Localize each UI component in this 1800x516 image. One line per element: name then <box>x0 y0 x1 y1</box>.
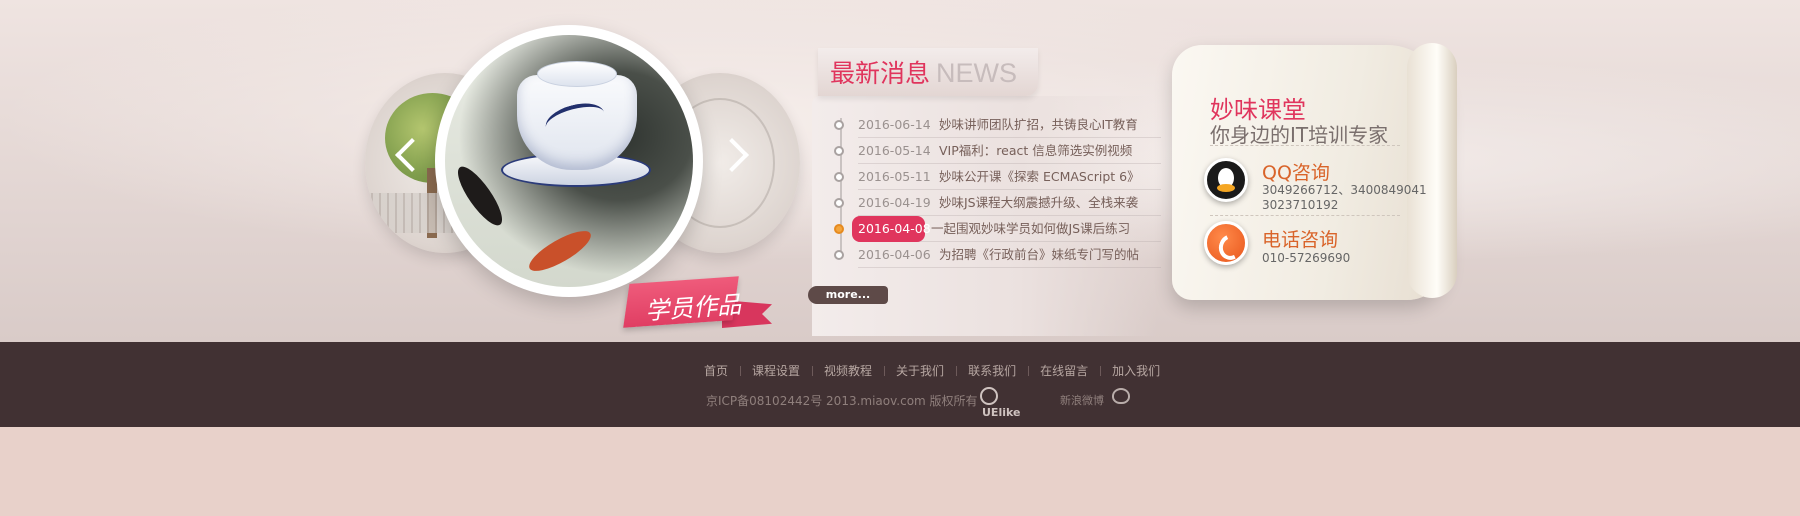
qq-numbers-line1: 3049266712、3400849041 <box>1262 183 1427 197</box>
news-date: 2016-06-14 <box>858 117 931 132</box>
news-link[interactable]: VIP福利：react 信息筛选实例视频 <box>939 143 1132 158</box>
phone-icon[interactable] <box>1204 221 1248 265</box>
phone-label[interactable]: 电话咨询 <box>1262 225 1338 252</box>
news-item[interactable]: 2016-06-14 妙味讲师团队扩招，共铸良心IT教育 <box>834 112 1161 138</box>
qq-numbers-line2: 3023710192 <box>1262 198 1339 212</box>
phone-number: 010-57269690 <box>1262 251 1351 265</box>
news-date-badge: 2016-04-08 <box>852 216 931 242</box>
student-works-ribbon[interactable]: 学员作品 <box>623 276 772 330</box>
uelike-logo-text: UElike <box>982 406 1021 419</box>
news-list: 2016-06-14 妙味讲师团队扩招，共铸良心IT教育 2016-05-14 … <box>826 112 1161 268</box>
news-item-active[interactable]: 2016-04-08 一起围观妙味学员如何做JS课后练习 <box>834 216 1161 242</box>
cup-lid <box>537 61 617 87</box>
timeline-dot-icon <box>834 198 844 208</box>
news-title: 最新消息 NEWS <box>830 54 1017 90</box>
footer-link-join[interactable]: 加入我们 <box>1100 362 1172 379</box>
footer-link-contact[interactable]: 联系我们 <box>956 362 1028 379</box>
news-date: 2016-05-14 <box>858 143 931 158</box>
scroll-curl <box>1407 43 1457 298</box>
news-date: 2016-04-19 <box>858 195 931 210</box>
news-section: 最新消息 NEWS 2016-06-14 妙味讲师团队扩招，共铸良心IT教育 20… <box>808 48 1161 338</box>
red-fish <box>524 223 596 279</box>
more-button[interactable]: more... <box>808 286 888 304</box>
news-link[interactable]: 为招聘《行政前台》妹纸专门写的帖 <box>939 247 1139 262</box>
news-date: 2016-04-06 <box>858 247 931 262</box>
qq-label[interactable]: QQ咨询 <box>1262 158 1330 185</box>
footer-link-home[interactable]: 首页 <box>704 362 740 379</box>
banner: 学员作品 最新消息 NEWS 2016-06-14 妙味讲师团队扩招，共铸良心IT… <box>0 0 1800 342</box>
footer-link-about[interactable]: 关于我们 <box>884 362 956 379</box>
divider <box>1210 215 1400 216</box>
footer-link-message[interactable]: 在线留言 <box>1028 362 1100 379</box>
footer-link-videos[interactable]: 视频教程 <box>812 362 884 379</box>
copyright: 京ICP备08102442号 2013.miaov.com 版权所有 <box>706 394 978 408</box>
footer-nav: 首页 课程设置 视频教程 关于我们 联系我们 在线留言 加入我们 <box>704 362 1172 379</box>
footer: 首页 课程设置 视频教程 关于我们 联系我们 在线留言 加入我们 京ICP备08102442… <box>0 342 1800 427</box>
news-link[interactable]: 妙味公开课《探索 ECMAScript 6》 <box>939 169 1140 184</box>
qq-icon[interactable] <box>1204 158 1248 202</box>
footer-link-courses[interactable]: 课程设置 <box>740 362 812 379</box>
carousel: 学员作品 <box>360 25 800 335</box>
weibo-link[interactable]: 新浪微博 <box>1060 392 1104 408</box>
qq-numbers: 3049266712、3400849041 3023710192 <box>1262 183 1427 213</box>
timeline-dot-icon <box>834 172 844 182</box>
weibo-icon[interactable] <box>1112 388 1130 404</box>
uelike-mark-icon <box>980 387 998 405</box>
news-date: 2016-05-11 <box>858 169 931 184</box>
brand-tagline: 你身边的IT培训专家 <box>1210 123 1389 147</box>
news-link[interactable]: 妙味JS课程大纲震撼升级、全栈来袭 <box>939 195 1138 210</box>
tea-cup-image <box>445 35 693 287</box>
news-item[interactable]: 2016-04-06 为招聘《行政前台》妹纸专门写的帖 <box>834 242 1161 268</box>
news-item[interactable]: 2016-05-14 VIP福利：react 信息筛选实例视频 <box>834 138 1161 164</box>
uelike-logo[interactable]: UElike <box>980 387 1032 419</box>
timeline-dot-icon <box>834 146 844 156</box>
timeline-dot-active-icon <box>834 224 844 234</box>
news-title-cn: 最新消息 <box>830 59 931 88</box>
news-link[interactable]: 妙味讲师团队扩招，共铸良心IT教育 <box>939 117 1138 132</box>
news-title-en: NEWS <box>936 58 1018 88</box>
contact-card: 妙味课堂 你身边的IT培训专家 QQ咨询 3049266712、34008490… <box>1172 43 1457 300</box>
news-item[interactable]: 2016-04-19 妙味JS课程大纲震撼升级、全栈来袭 <box>834 190 1161 216</box>
news-item[interactable]: 2016-05-11 妙味公开课《探索 ECMAScript 6》 <box>834 164 1161 190</box>
timeline-dot-icon <box>834 120 844 130</box>
carousel-current-slide[interactable] <box>435 25 703 297</box>
student-works-label: 学员作品 <box>644 290 743 326</box>
timeline-dot-icon <box>834 250 844 260</box>
news-link[interactable]: 一起围观妙味学员如何做JS课后练习 <box>931 221 1130 236</box>
divider <box>1210 145 1400 146</box>
